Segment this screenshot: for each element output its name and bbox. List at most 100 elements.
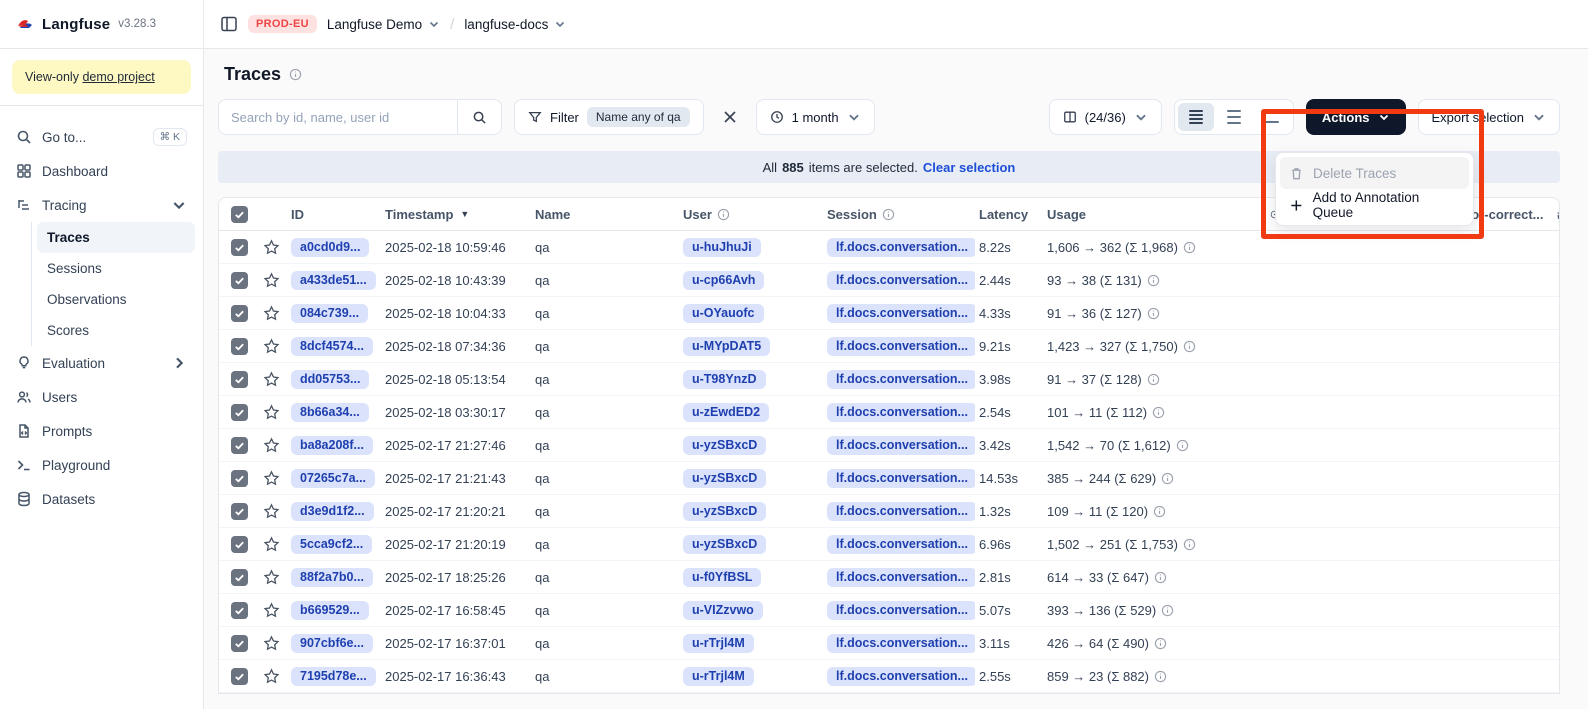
table-row[interactable]: a433de51... 2025-02-18 10:43:39 qa u-cp6… — [219, 264, 1559, 297]
search-input[interactable] — [219, 100, 457, 134]
search-submit-button[interactable] — [457, 100, 501, 134]
sidebar-item-traces[interactable]: Traces — [37, 222, 195, 253]
user-badge[interactable]: u-f0YfBSL — [683, 568, 761, 587]
header-truncated[interactable]: # c — [1553, 207, 1560, 222]
star-icon[interactable] — [263, 569, 280, 586]
trace-id-badge[interactable]: 07265c7a... — [291, 469, 375, 488]
trace-id-badge[interactable]: 5cca9cf2... — [291, 535, 372, 554]
user-badge[interactable]: u-OYauofc — [683, 304, 764, 323]
star-icon[interactable] — [263, 470, 280, 487]
session-badge[interactable]: lf.docs.conversation... — [827, 469, 975, 488]
table-row[interactable]: 084c739... 2025-02-18 10:04:33 qa u-OYau… — [219, 297, 1559, 330]
info-icon[interactable] — [289, 68, 302, 81]
table-row[interactable]: ba8a208f... 2025-02-17 21:27:46 qa u-yzS… — [219, 429, 1559, 462]
star-icon[interactable] — [263, 272, 280, 289]
table-row[interactable]: d3e9d1f2... 2025-02-17 21:20:21 qa u-yzS… — [219, 495, 1559, 528]
sidebar-item-scores[interactable]: Scores — [37, 315, 195, 346]
header-session[interactable]: Session — [823, 207, 975, 222]
session-badge[interactable]: lf.docs.conversation... — [827, 502, 975, 521]
star-icon[interactable] — [263, 536, 280, 553]
trace-id-badge[interactable]: 8b66a34... — [291, 403, 369, 422]
trace-id-badge[interactable]: dd05753... — [291, 370, 369, 389]
table-row[interactable]: a0cd0d9... 2025-02-18 10:59:46 qa u-huJh… — [219, 231, 1559, 264]
star-icon[interactable] — [263, 305, 280, 322]
user-badge[interactable]: u-yzSBxcD — [683, 535, 766, 554]
row-checkbox[interactable] — [231, 569, 248, 586]
header-name[interactable]: Name — [531, 207, 679, 222]
table-row[interactable]: 8dcf4574... 2025-02-18 07:34:36 qa u-MYp… — [219, 330, 1559, 363]
info-icon[interactable] — [1183, 538, 1196, 551]
row-height-compact-button[interactable] — [1178, 103, 1214, 131]
info-icon[interactable] — [1154, 670, 1167, 683]
user-badge[interactable]: u-zEwdED2 — [683, 403, 769, 422]
info-icon[interactable] — [1153, 505, 1166, 518]
time-range-button[interactable]: 1 month — [756, 99, 875, 135]
row-checkbox[interactable] — [231, 338, 248, 355]
session-badge[interactable]: lf.docs.conversation... — [827, 304, 975, 323]
info-icon[interactable] — [1147, 307, 1160, 320]
breadcrumb-project[interactable]: langfuse-docs — [464, 17, 566, 32]
sidebar-item-users[interactable]: Users — [8, 380, 195, 414]
session-badge[interactable]: lf.docs.conversation... — [827, 337, 975, 356]
table-row[interactable]: 8b66a34... 2025-02-18 03:30:17 qa u-zEwd… — [219, 396, 1559, 429]
row-checkbox[interactable] — [231, 305, 248, 322]
star-icon[interactable] — [263, 371, 280, 388]
row-checkbox[interactable] — [231, 536, 248, 553]
star-icon[interactable] — [263, 437, 280, 454]
star-icon[interactable] — [263, 668, 280, 685]
user-badge[interactable]: u-huJhuJi — [683, 238, 761, 257]
info-icon[interactable] — [1154, 571, 1167, 584]
session-badge[interactable]: lf.docs.conversation... — [827, 271, 975, 290]
row-checkbox[interactable] — [231, 635, 248, 652]
row-checkbox[interactable] — [231, 503, 248, 520]
table-row[interactable]: 88f2a7b0... 2025-02-17 18:25:26 qa u-f0Y… — [219, 561, 1559, 594]
select-all-checkbox[interactable] — [231, 206, 248, 223]
star-icon[interactable] — [263, 635, 280, 652]
session-badge[interactable]: lf.docs.conversation... — [827, 568, 975, 587]
row-height-medium-button[interactable] — [1216, 103, 1252, 131]
breadcrumb-org[interactable]: Langfuse Demo — [327, 17, 440, 32]
session-badge[interactable]: lf.docs.conversation... — [827, 667, 975, 686]
user-badge[interactable]: u-yzSBxcD — [683, 469, 766, 488]
star-icon[interactable] — [263, 602, 280, 619]
header-usage[interactable]: Usage — [1043, 207, 1266, 222]
menu-item-delete-traces[interactable]: Delete Traces — [1280, 157, 1469, 189]
user-badge[interactable]: u-MYpDAT5 — [683, 337, 770, 356]
session-badge[interactable]: lf.docs.conversation... — [827, 601, 975, 620]
trace-id-badge[interactable]: 907cbf6e... — [291, 634, 373, 653]
session-badge[interactable]: lf.docs.conversation... — [827, 370, 975, 389]
user-badge[interactable]: u-yzSBxcD — [683, 436, 766, 455]
sidebar-item-playground[interactable]: Playground — [8, 448, 195, 482]
star-icon[interactable] — [263, 503, 280, 520]
table-row[interactable]: b669529... 2025-02-17 16:58:45 qa u-VIZz… — [219, 594, 1559, 627]
user-badge[interactable]: u-rTrjl4M — [683, 634, 754, 653]
sidebar-item-dashboard[interactable]: Dashboard — [8, 154, 195, 188]
info-icon[interactable] — [1147, 274, 1160, 287]
sidebar-item-sessions[interactable]: Sessions — [37, 253, 195, 284]
star-icon[interactable] — [263, 239, 280, 256]
header-latency[interactable]: Latency — [975, 207, 1043, 222]
actions-button[interactable]: Actions — [1306, 99, 1406, 135]
table-row[interactable]: 907cbf6e... 2025-02-17 16:37:01 qa u-rTr… — [219, 627, 1559, 660]
trace-id-badge[interactable]: ba8a208f... — [291, 436, 373, 455]
trace-id-badge[interactable]: 084c739... — [291, 304, 368, 323]
info-icon[interactable] — [1161, 472, 1174, 485]
star-icon[interactable] — [263, 338, 280, 355]
table-row[interactable]: 5cca9cf2... 2025-02-17 21:20:19 qa u-yzS… — [219, 528, 1559, 561]
menu-item-add-to-annotation-queue[interactable]: Add to Annotation Queue — [1280, 189, 1469, 221]
row-checkbox[interactable] — [231, 272, 248, 289]
session-badge[interactable]: lf.docs.conversation... — [827, 436, 975, 455]
row-checkbox[interactable] — [231, 602, 248, 619]
filter-button[interactable]: Filter Name any of qa — [514, 99, 704, 135]
sidebar-item-goto[interactable]: Go to... ⌘ K — [8, 120, 195, 154]
sidebar-toggle-icon[interactable] — [220, 15, 238, 33]
session-badge[interactable]: lf.docs.conversation... — [827, 535, 975, 554]
demo-project-link[interactable]: demo project — [82, 70, 154, 84]
sidebar-item-prompts[interactable]: Prompts — [8, 414, 195, 448]
header-id[interactable]: ID — [287, 207, 381, 222]
session-badge[interactable]: lf.docs.conversation... — [827, 634, 975, 653]
user-badge[interactable]: u-VIZzvwo — [683, 601, 763, 620]
trace-id-badge[interactable]: a433de51... — [291, 271, 376, 290]
session-badge[interactable]: lf.docs.conversation... — [827, 238, 975, 257]
column-visibility-button[interactable]: (24/36) — [1049, 99, 1162, 135]
